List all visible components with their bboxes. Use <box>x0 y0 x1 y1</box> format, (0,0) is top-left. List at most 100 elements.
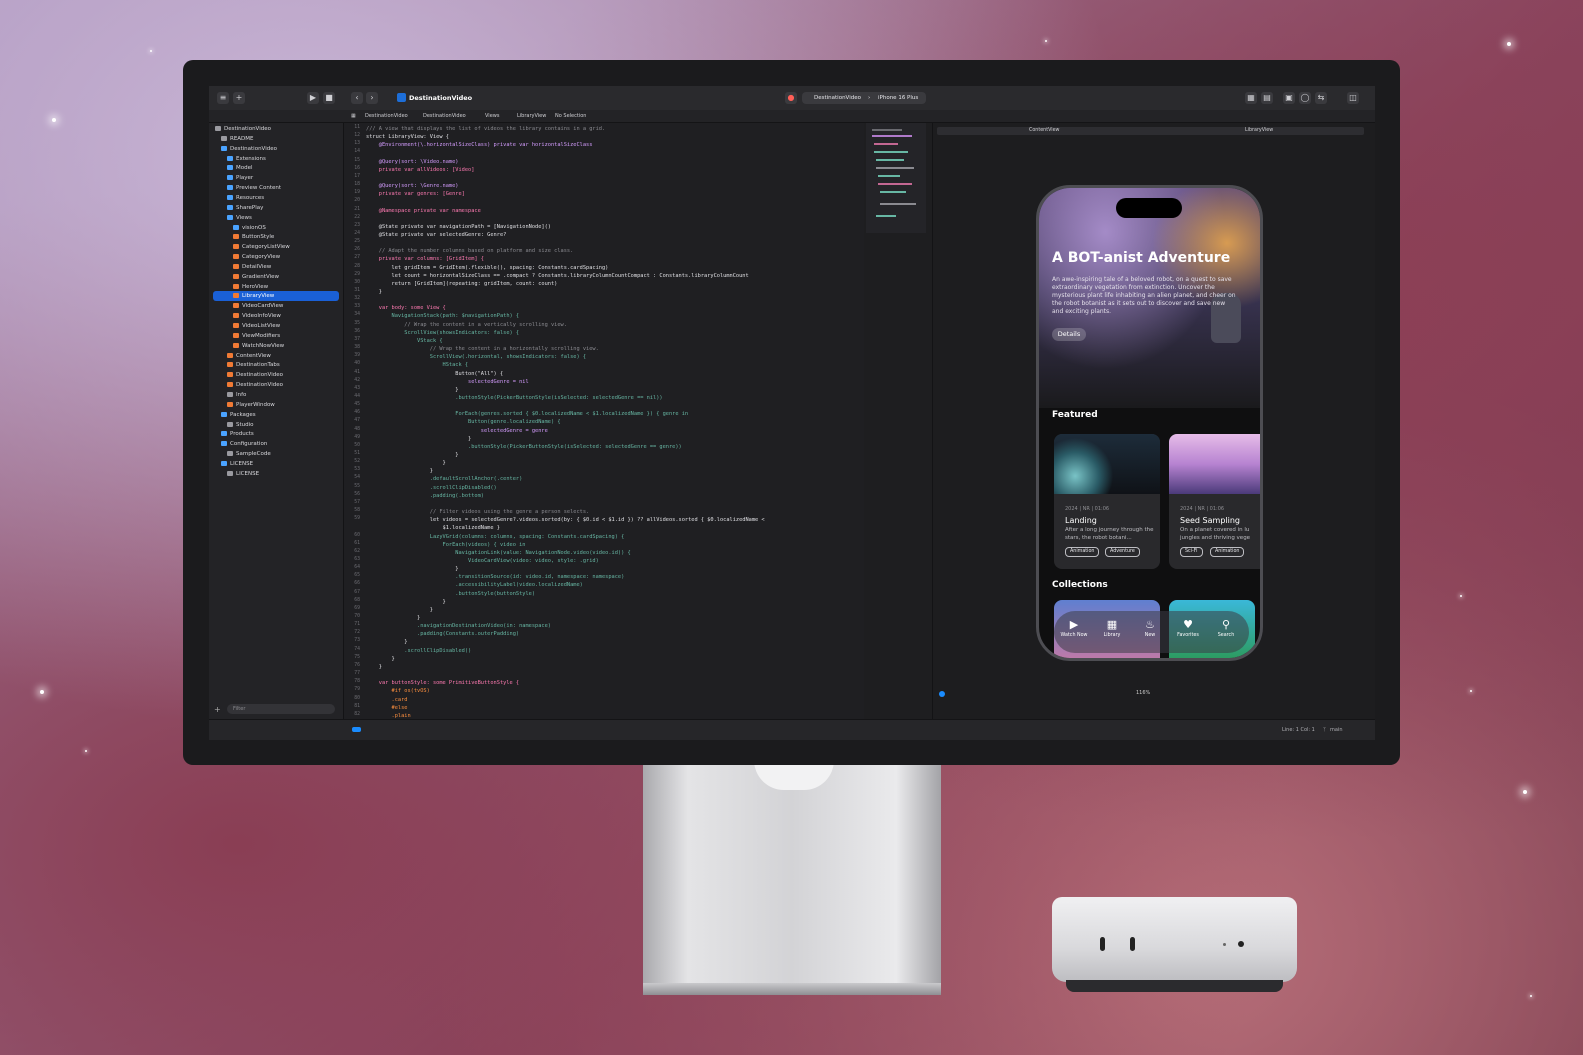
code-line[interactable]: var body: some View { <box>366 304 446 312</box>
code-line[interactable]: .transitionSource(id: video.id, namespac… <box>366 573 624 581</box>
code-line[interactable]: Button(genre.localizedName) { <box>366 418 560 426</box>
code-line[interactable]: #if os(tvOS) <box>366 687 430 695</box>
sidebar-item-destinationtabs[interactable]: DestinationTabs <box>209 360 343 370</box>
code-review-icon[interactable]: ▤ <box>1261 92 1273 104</box>
back-button[interactable]: ‹ <box>351 92 363 104</box>
sidebar-item-shareplay[interactable]: SharePlay <box>209 203 343 213</box>
code-line[interactable]: .scrollClipDisabled() <box>366 647 471 655</box>
breadcrumb-item[interactable]: No Selection <box>555 110 586 122</box>
sidebar-item-videocardview[interactable]: VideoCardView <box>209 301 343 311</box>
add-file-button[interactable]: + <box>214 705 221 714</box>
code-line[interactable]: let videos = selectedGenre?.videos.sorte… <box>366 516 765 524</box>
video-card[interactable]: 2024 | NR | 01:06 Landing After a long j… <box>1054 434 1160 569</box>
code-line[interactable]: let count = horizontalSizeClass == .comp… <box>366 272 749 280</box>
sidebar-item-categorylistview[interactable]: CategoryListView <box>209 242 343 252</box>
code-line[interactable]: struct LibraryView: View { <box>366 133 449 141</box>
sidebar-item-categoryview[interactable]: CategoryView <box>209 252 343 262</box>
code-line[interactable]: // Filter videos using the genre a perso… <box>366 508 589 516</box>
tab-new[interactable]: ♨ New <box>1132 618 1168 639</box>
source-editor[interactable]: 11 /// A view that displays the list of v… <box>344 123 864 719</box>
adjust-icon[interactable]: ⇆ <box>1315 92 1327 104</box>
sidebar-item-player[interactable]: Player <box>209 173 343 183</box>
details-button[interactable]: Details <box>1052 328 1086 341</box>
code-line[interactable]: } <box>366 467 433 475</box>
code-line[interactable]: } <box>366 435 471 443</box>
sidebar-item-detailview[interactable]: DetailView <box>209 262 343 272</box>
sidebar-item-configuration[interactable]: Configuration <box>209 439 343 449</box>
sidebar-item-products[interactable]: Products <box>209 429 343 439</box>
tab-library[interactable]: ▦ Library <box>1094 618 1130 639</box>
tab-content-view[interactable]: ContentView <box>1029 127 1059 135</box>
lock-icon[interactable]: ▣ <box>1283 92 1295 104</box>
code-line[interactable]: // Adapt the number columns based on pla… <box>366 247 574 255</box>
code-line[interactable]: let gridItem = GridItem(.flexible(), spa… <box>366 264 609 272</box>
code-line[interactable]: NavigationLink(value: NavigationNode.vid… <box>366 549 630 557</box>
live-preview-icon[interactable] <box>939 691 945 697</box>
code-line[interactable]: } <box>366 663 382 671</box>
stop-button[interactable]: ■ <box>323 92 335 104</box>
video-card[interactable]: 2024 | NR | 01:06 Seed Sampling On a pla… <box>1169 434 1260 569</box>
code-line[interactable]: ScrollView(showsIndicators: false) { <box>366 329 519 337</box>
code-line[interactable]: .navigationDestinationVideo(in: namespac… <box>366 622 551 630</box>
sidebar-item-contentview[interactable]: ContentView <box>209 351 343 361</box>
code-line[interactable]: .buttonStyle(PickerButtonStyle(isSelecte… <box>366 394 662 402</box>
code-line[interactable]: } <box>366 565 458 573</box>
breadcrumb-item[interactable]: Views <box>485 110 499 122</box>
canvas-icon[interactable]: ◯ <box>1299 92 1311 104</box>
sidebar-item-license[interactable]: LICENSE <box>209 459 343 469</box>
tab-search[interactable]: ⚲ Search <box>1208 618 1244 639</box>
minimap[interactable] <box>866 123 926 233</box>
code-line[interactable]: selectedGenre = nil <box>366 378 529 386</box>
code-line[interactable]: VideoCardView(video: video, style: .grid… <box>366 557 599 565</box>
grid-icon[interactable]: ▦ <box>351 110 356 122</box>
code-line[interactable]: @Namespace private var namespace <box>366 207 481 215</box>
code-line[interactable]: } <box>366 606 433 614</box>
code-line[interactable]: ScrollView(.horizontal, showsIndicators:… <box>366 353 586 361</box>
code-line[interactable]: @State private var selectedGenre: Genre? <box>366 231 507 239</box>
code-line[interactable]: LazyVGrid(columns: columns, spacing: Con… <box>366 533 625 541</box>
sidebar-item-views[interactable]: Views <box>209 213 343 223</box>
sidebar-item-libraryview[interactable]: LibraryView <box>213 291 339 302</box>
code-line[interactable]: VStack { <box>366 337 443 345</box>
code-line[interactable]: selectedGenre = genre <box>366 427 548 435</box>
code-line[interactable]: .buttonStyle(buttonStyle) <box>366 590 535 598</box>
code-line[interactable]: $1.localizedName } <box>366 524 500 532</box>
sidebar-item-destinationvideo[interactable]: DestinationVideo <box>209 124 343 134</box>
scheme-device[interactable]: iPhone 16 Plus <box>878 92 918 104</box>
sidebar-item-extensions[interactable]: Extensions <box>209 154 343 164</box>
code-line[interactable]: .scrollClipDisabled() <box>366 484 497 492</box>
breadcrumb-item[interactable]: LibraryView <box>517 110 546 122</box>
add-button[interactable]: + <box>233 92 245 104</box>
sidebar-item-samplecode[interactable]: SampleCode <box>209 449 343 459</box>
code-line[interactable]: private var columns: [GridItem] { <box>366 255 484 263</box>
code-line[interactable]: } <box>366 459 446 467</box>
code-line[interactable]: @Environment(\.horizontalSizeClass) priv… <box>366 141 593 149</box>
sidebar-item-preview-content[interactable]: Preview Content <box>209 183 343 193</box>
code-line[interactable]: @State private var navigationPath = [Nav… <box>366 223 551 231</box>
code-line[interactable]: .accessibilityLabel(video.localizedName) <box>366 581 583 589</box>
sidebar-item-studio[interactable]: Studio <box>209 420 343 430</box>
code-line[interactable]: .defaultScrollAnchor(.center) <box>366 475 523 483</box>
sidebar-item-destinationvideo[interactable]: DestinationVideo <box>209 380 343 390</box>
code-line[interactable]: @Query(sort: \Video.name) <box>366 158 459 166</box>
code-line[interactable]: } <box>366 386 458 394</box>
sidebar-item-visionos[interactable]: visionOS <box>209 223 343 233</box>
code-line[interactable]: HStack { <box>366 361 469 369</box>
sidebar-item-license[interactable]: LICENSE <box>209 469 343 479</box>
breadcrumb-item[interactable]: DestinationVideo <box>365 110 408 122</box>
tab-favorites[interactable]: ♥ Favorites <box>1170 618 1206 639</box>
code-line[interactable]: } <box>366 638 407 646</box>
sidebar-item-gradientview[interactable]: GradientView <box>209 272 343 282</box>
code-line[interactable]: } <box>366 451 458 459</box>
filter-input[interactable]: Filter <box>227 704 335 714</box>
sidebar-item-readme[interactable]: README <box>209 134 343 144</box>
code-line[interactable]: Button("All") { <box>366 370 503 378</box>
code-line[interactable]: .buttonStyle(PickerButtonStyle(isSelecte… <box>366 443 682 451</box>
sidebar-item-playerwindow[interactable]: PlayerWindow <box>209 400 343 410</box>
sidebar-item-destinationvideo[interactable]: DestinationVideo <box>209 144 343 154</box>
sidebar-item-info[interactable]: Info <box>209 390 343 400</box>
code-line[interactable]: // Wrap the content in a vertically scro… <box>366 321 567 329</box>
code-line[interactable]: } <box>366 288 382 296</box>
tab-watch-now[interactable]: ▶ Watch Now <box>1056 618 1092 639</box>
sidebar-item-packages[interactable]: Packages <box>209 410 343 420</box>
